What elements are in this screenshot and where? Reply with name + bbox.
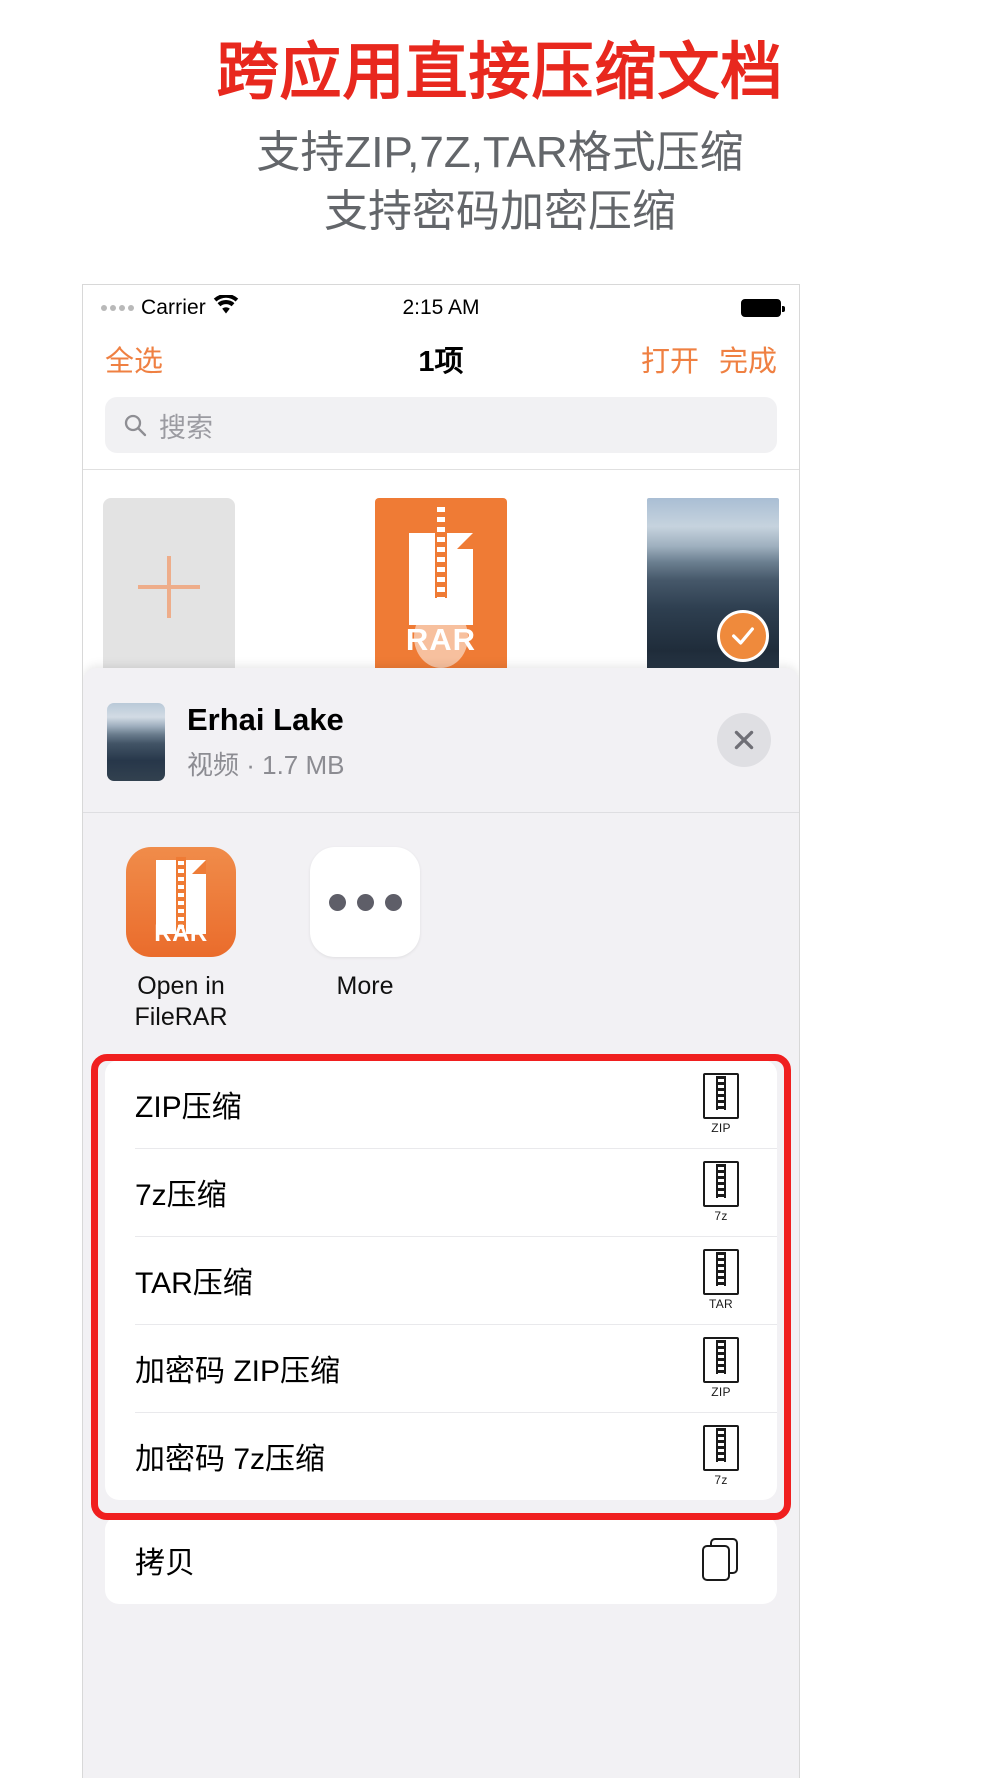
icon-caption: 7z bbox=[714, 1472, 728, 1487]
share-actions-list: ZIP压缩 ZIP 7z压缩 7z TAR压缩 TAR 加密码 ZIP压缩 ZI… bbox=[105, 1059, 777, 1500]
rar-badge-label: RAR bbox=[154, 920, 208, 947]
status-bar-right bbox=[741, 299, 785, 317]
action-label: 加密码 7z压缩 bbox=[135, 1442, 326, 1476]
share-app-filerar[interactable]: RAR Open in FileRAR bbox=[115, 847, 247, 1034]
action-row-tar[interactable]: TAR压缩 TAR bbox=[105, 1235, 777, 1324]
rar-file-icon[interactable]: RAR bbox=[375, 498, 507, 676]
share-app-label-filerar: Open in FileRAR bbox=[134, 971, 227, 1034]
action-label: 拷贝 bbox=[135, 1546, 195, 1580]
promo-title: 跨应用直接压缩文档 bbox=[216, 38, 784, 107]
share-app-more[interactable]: More bbox=[299, 847, 431, 1034]
promo-subtitle-1: 支持ZIP,7Z,TAR格式压缩 bbox=[256, 128, 744, 178]
7z-file-icon: 7z bbox=[695, 1424, 747, 1487]
file-grid: RAR bbox=[83, 470, 799, 676]
more-dots-icon[interactable] bbox=[310, 847, 420, 957]
video-thumbnail bbox=[107, 703, 165, 781]
copy-icon bbox=[695, 1532, 747, 1588]
zip-file-icon: ZIP bbox=[695, 1072, 747, 1135]
action-row-7z[interactable]: 7z压缩 7z bbox=[105, 1147, 777, 1236]
zipper-strip bbox=[435, 502, 447, 598]
battery-full-icon bbox=[741, 299, 785, 317]
navigation-right-group: 打开 完成 bbox=[641, 338, 777, 380]
action-label: 7z压缩 bbox=[135, 1178, 227, 1212]
done-button[interactable]: 完成 bbox=[719, 338, 777, 380]
share-sheet: Erhai Lake 视频 · 1.7 MB RAR Open in FileR… bbox=[83, 668, 799, 1778]
icon-caption: ZIP bbox=[711, 1384, 731, 1399]
action-label: ZIP压缩 bbox=[135, 1090, 242, 1124]
navigation-bar: 全选 1项 打开 完成 bbox=[83, 331, 799, 387]
photo-thumbnail[interactable] bbox=[647, 498, 779, 676]
7z-file-icon: 7z bbox=[695, 1160, 747, 1223]
promo-header: 跨应用直接压缩文档 支持ZIP,7Z,TAR格式压缩 支持密码加密压缩 bbox=[0, 0, 1000, 240]
status-bar-time: 2:15 AM bbox=[402, 296, 480, 319]
file-grid-item-archive[interactable]: RAR bbox=[375, 498, 507, 676]
close-icon[interactable] bbox=[717, 713, 771, 767]
action-row-encrypted-zip[interactable]: 加密码 ZIP压缩 ZIP bbox=[105, 1323, 777, 1412]
rar-app-icon[interactable]: RAR bbox=[126, 847, 236, 957]
checkmark-circle-icon bbox=[717, 610, 769, 662]
status-bar: Carrier 2:15 AM bbox=[83, 285, 799, 331]
phone-frame: Carrier 2:15 AM 全选 1项 打开 完成 搜索 RAR Erhai… bbox=[82, 284, 800, 1778]
add-file-tile[interactable] bbox=[103, 498, 235, 676]
file-grid-item-photo[interactable] bbox=[647, 498, 779, 676]
action-label: 加密码 ZIP压缩 bbox=[135, 1354, 341, 1388]
action-label: TAR压缩 bbox=[135, 1266, 253, 1300]
share-apps-row: RAR Open in FileRAR More bbox=[83, 813, 799, 1060]
file-grid-item-add[interactable] bbox=[103, 498, 235, 676]
share-file-name: Erhai Lake bbox=[187, 702, 344, 737]
share-file-info: Erhai Lake 视频 · 1.7 MB bbox=[187, 702, 344, 782]
icon-caption: ZIP bbox=[711, 1120, 731, 1135]
share-app-label-more: More bbox=[336, 972, 394, 1000]
share-actions-secondary-list: 拷贝 bbox=[105, 1515, 777, 1604]
share-file-meta: 视频 · 1.7 MB bbox=[187, 750, 345, 780]
search-input[interactable]: 搜索 bbox=[105, 397, 777, 453]
promo-screenshot: 跨应用直接压缩文档 支持ZIP,7Z,TAR格式压缩 支持密码加密压缩 Carr… bbox=[0, 0, 1000, 1778]
open-button[interactable]: 打开 bbox=[641, 338, 699, 380]
share-sheet-header: Erhai Lake 视频 · 1.7 MB bbox=[83, 668, 799, 812]
tar-file-icon: TAR bbox=[695, 1248, 747, 1311]
action-row-encrypted-7z[interactable]: 加密码 7z压缩 7z bbox=[105, 1411, 777, 1500]
icon-caption: 7z bbox=[714, 1208, 728, 1223]
plus-icon bbox=[138, 556, 200, 618]
action-row-copy[interactable]: 拷贝 bbox=[105, 1516, 777, 1604]
zip-file-icon: ZIP bbox=[695, 1336, 747, 1399]
rar-file-label: RAR bbox=[405, 622, 477, 657]
share-actions-area: ZIP压缩 ZIP 7z压缩 7z TAR压缩 TAR 加密码 ZIP压缩 ZI… bbox=[83, 1053, 799, 1604]
share-app-label-line1: Open in bbox=[137, 972, 225, 1000]
action-row-zip[interactable]: ZIP压缩 ZIP bbox=[105, 1060, 777, 1148]
share-app-label-line2: FileRAR bbox=[134, 1003, 228, 1032]
icon-caption: TAR bbox=[708, 1296, 733, 1311]
promo-subtitle-2: 支持密码加密压缩 bbox=[324, 186, 676, 236]
search-placeholder: 搜索 bbox=[159, 412, 213, 443]
search-area: 搜索 bbox=[83, 387, 799, 469]
search-icon bbox=[123, 413, 147, 437]
